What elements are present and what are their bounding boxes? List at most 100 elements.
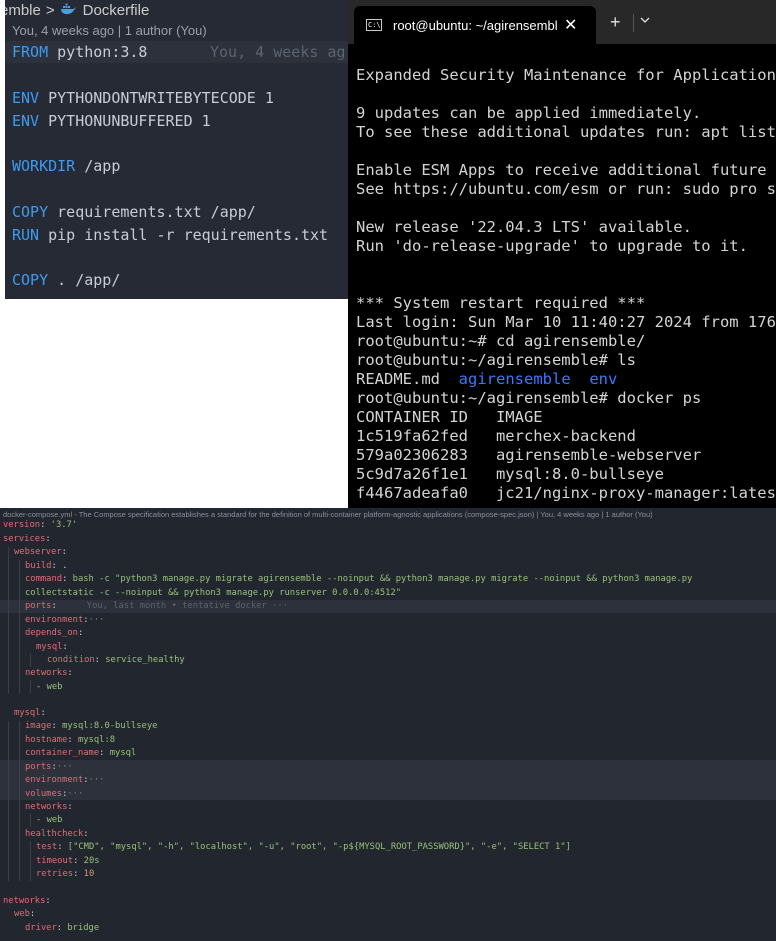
yaml-line[interactable]: networks:: [3, 895, 51, 908]
terminal-output[interactable]: Expanded Security Maintenance for Applic…: [356, 66, 776, 503]
chevron-down-icon[interactable]: [640, 14, 650, 27]
new-tab-button[interactable]: +: [610, 12, 621, 33]
yaml-key: condition: [47, 655, 95, 665]
yaml-line[interactable]: networks:: [25, 667, 73, 680]
codelens-header[interactable]: docker-compose.yml - The Compose specifi…: [3, 510, 653, 519]
indent-guide: [30, 680, 31, 693]
indent-guide: [19, 721, 20, 881]
yaml-key: mysql: [14, 708, 41, 718]
code-line[interactable]: FROM python:3.8 You, 4 weeks ag: [5, 41, 348, 63]
breadcrumb-file[interactable]: Dockerfile: [83, 2, 150, 19]
yaml-key: webserver: [14, 547, 62, 557]
code-line[interactable]: RUN pip install -r requirements.txt: [12, 224, 328, 246]
indent-guide: [30, 814, 31, 827]
indent-guide: [8, 721, 9, 881]
yaml-key: retries: [36, 869, 74, 879]
yaml-line[interactable]: version: '3.7': [3, 519, 77, 532]
yaml-line[interactable]: - web: [36, 814, 62, 827]
yaml-line[interactable]: image: mysql:8.0-bullseye: [25, 720, 157, 733]
code-line[interactable]: COPY . /app/: [12, 269, 120, 291]
dockerfile-editor[interactable]: emble > Dockerfile You, 4 weeks ago | 1 …: [5, 0, 348, 299]
yaml-value: 10: [83, 869, 95, 879]
yaml-line[interactable]: command: bash -c "python3 manage.py migr…: [25, 573, 692, 586]
yaml-line[interactable]: healthcheck:: [25, 828, 89, 841]
breadcrumb-folder[interactable]: emble: [5, 2, 41, 19]
yaml-line[interactable]: hostname: mysql:8: [25, 734, 115, 747]
yaml-key: image: [25, 721, 52, 731]
terminal-tab-title: root@ubuntu: ~/agirensembl: [393, 17, 558, 33]
terminal-line: Enable ESM Apps to receive additional fu…: [356, 161, 776, 179]
yaml-line[interactable]: networks:: [25, 801, 73, 814]
yaml-value: mysql:8: [77, 735, 116, 745]
yaml-value: service_healthy: [105, 655, 185, 665]
yaml-line[interactable]: - web: [36, 681, 62, 694]
yaml-line[interactable]: services:: [3, 533, 51, 546]
yaml-key: ports: [25, 601, 52, 611]
yaml-value: collectstatic -c --noinput && python3 ma…: [25, 588, 402, 598]
yaml-line[interactable]: environment:···: [25, 614, 104, 627]
yaml-key: environment: [25, 615, 84, 625]
code-line[interactable]: ENV PYTHONDONTWRITEBYTECODE 1: [12, 87, 274, 109]
code-line[interactable]: COPY requirements.txt /app/: [12, 201, 256, 223]
yaml-line[interactable]: ports:···: [25, 761, 73, 774]
code-text: PYTHONDONTWRITEBYTECODE 1: [39, 89, 274, 107]
yaml-value: 20s: [83, 856, 100, 866]
terminal-line: To see these additional updates run: apt…: [356, 123, 776, 141]
yaml-line[interactable]: condition: service_healthy: [47, 654, 185, 667]
terminal-line: 5c9d7a26f1e1 mysql:8.0-bullseye: [356, 465, 664, 483]
yaml-line[interactable]: build: .: [25, 560, 67, 573]
inline-blame: You, 4 weeks ag: [210, 43, 346, 61]
yaml-line[interactable]: webserver:: [14, 546, 67, 559]
yaml-key: timeout: [36, 856, 74, 866]
yaml-line[interactable]: collectstatic -c --noinput && python3 ma…: [25, 587, 401, 600]
yaml-line[interactable]: driver: bridge: [25, 922, 99, 935]
yaml-line[interactable]: test: ["CMD", "mysql", "-h", "localhost"…: [36, 841, 571, 854]
indent-guide: [30, 654, 31, 667]
yaml-line[interactable]: mysql:: [14, 707, 46, 720]
keyword: FROM: [12, 43, 49, 61]
code-text: PYTHONUNBUFFERED 1: [39, 112, 211, 130]
yaml-line[interactable]: mysql:: [36, 641, 68, 654]
close-tab-button[interactable]: ✕: [564, 15, 577, 35]
yaml-key: ports: [25, 762, 52, 772]
yaml-line[interactable]: web:: [14, 908, 35, 921]
yaml-key: mysql: [36, 642, 63, 652]
yaml-key: depends_on: [25, 628, 78, 638]
fold-indicator[interactable]: ···: [57, 762, 73, 772]
yaml-line[interactable]: retries: 10: [36, 868, 94, 881]
terminal-line: *** System restart required ***: [356, 294, 646, 312]
yaml-line[interactable]: volumes:···: [25, 788, 83, 801]
keyword: WORKDIR: [12, 157, 76, 175]
yaml-line[interactable]: timeout: 20s: [36, 855, 100, 868]
fold-indicator[interactable]: ···: [89, 775, 105, 785]
yaml-value: bash -c "python3 manage.py migrate agire…: [72, 574, 693, 584]
yaml-key: build: [25, 561, 52, 571]
keyword: ENV: [12, 112, 40, 130]
yaml-key: services: [3, 534, 46, 544]
code-line[interactable]: WORKDIR /app: [12, 155, 120, 177]
yaml-key: networks: [25, 668, 68, 678]
code-line[interactable]: ENV PYTHONUNBUFFERED 1: [12, 110, 211, 132]
indent-guide: [30, 841, 31, 881]
compose-editor[interactable]: docker-compose.yml - The Compose specifi…: [0, 508, 776, 941]
yaml-line[interactable]: ports: You, last month • tentative docker…: [25, 600, 288, 613]
yaml-line[interactable]: depends_on:: [25, 627, 83, 640]
yaml-line[interactable]: container_name: mysql: [25, 747, 136, 760]
indent-guide: [19, 560, 20, 694]
terminal-line: 1c519fa62fed merchex-backend: [356, 427, 636, 445]
terminal-window[interactable]: C:\ root@ubuntu: ~/agirensembl ✕ + Expan…: [348, 0, 776, 508]
blame-header[interactable]: You, 4 weeks ago | 1 author (You): [12, 23, 207, 38]
terminal-line: Expanded Security Maintenance for Applic…: [356, 66, 776, 84]
terminal-tab[interactable]: C:\ root@ubuntu: ~/agirensembl ✕: [354, 6, 596, 44]
yaml-key: healthcheck: [25, 829, 84, 839]
terminal-line: root@ubuntu:~/agirensemble# docker ps: [356, 389, 702, 407]
yaml-key: environment: [25, 775, 84, 785]
yaml-value: ["CMD", "mysql", "-h", "localhost", "-u"…: [67, 842, 571, 852]
fold-indicator[interactable]: ···: [67, 789, 83, 799]
line-highlight: [0, 760, 776, 800]
fold-indicator[interactable]: ···: [89, 615, 105, 625]
yaml-line[interactable]: environment:···: [25, 774, 104, 787]
inline-blame: You, last month • tentative docker ···: [86, 601, 289, 611]
